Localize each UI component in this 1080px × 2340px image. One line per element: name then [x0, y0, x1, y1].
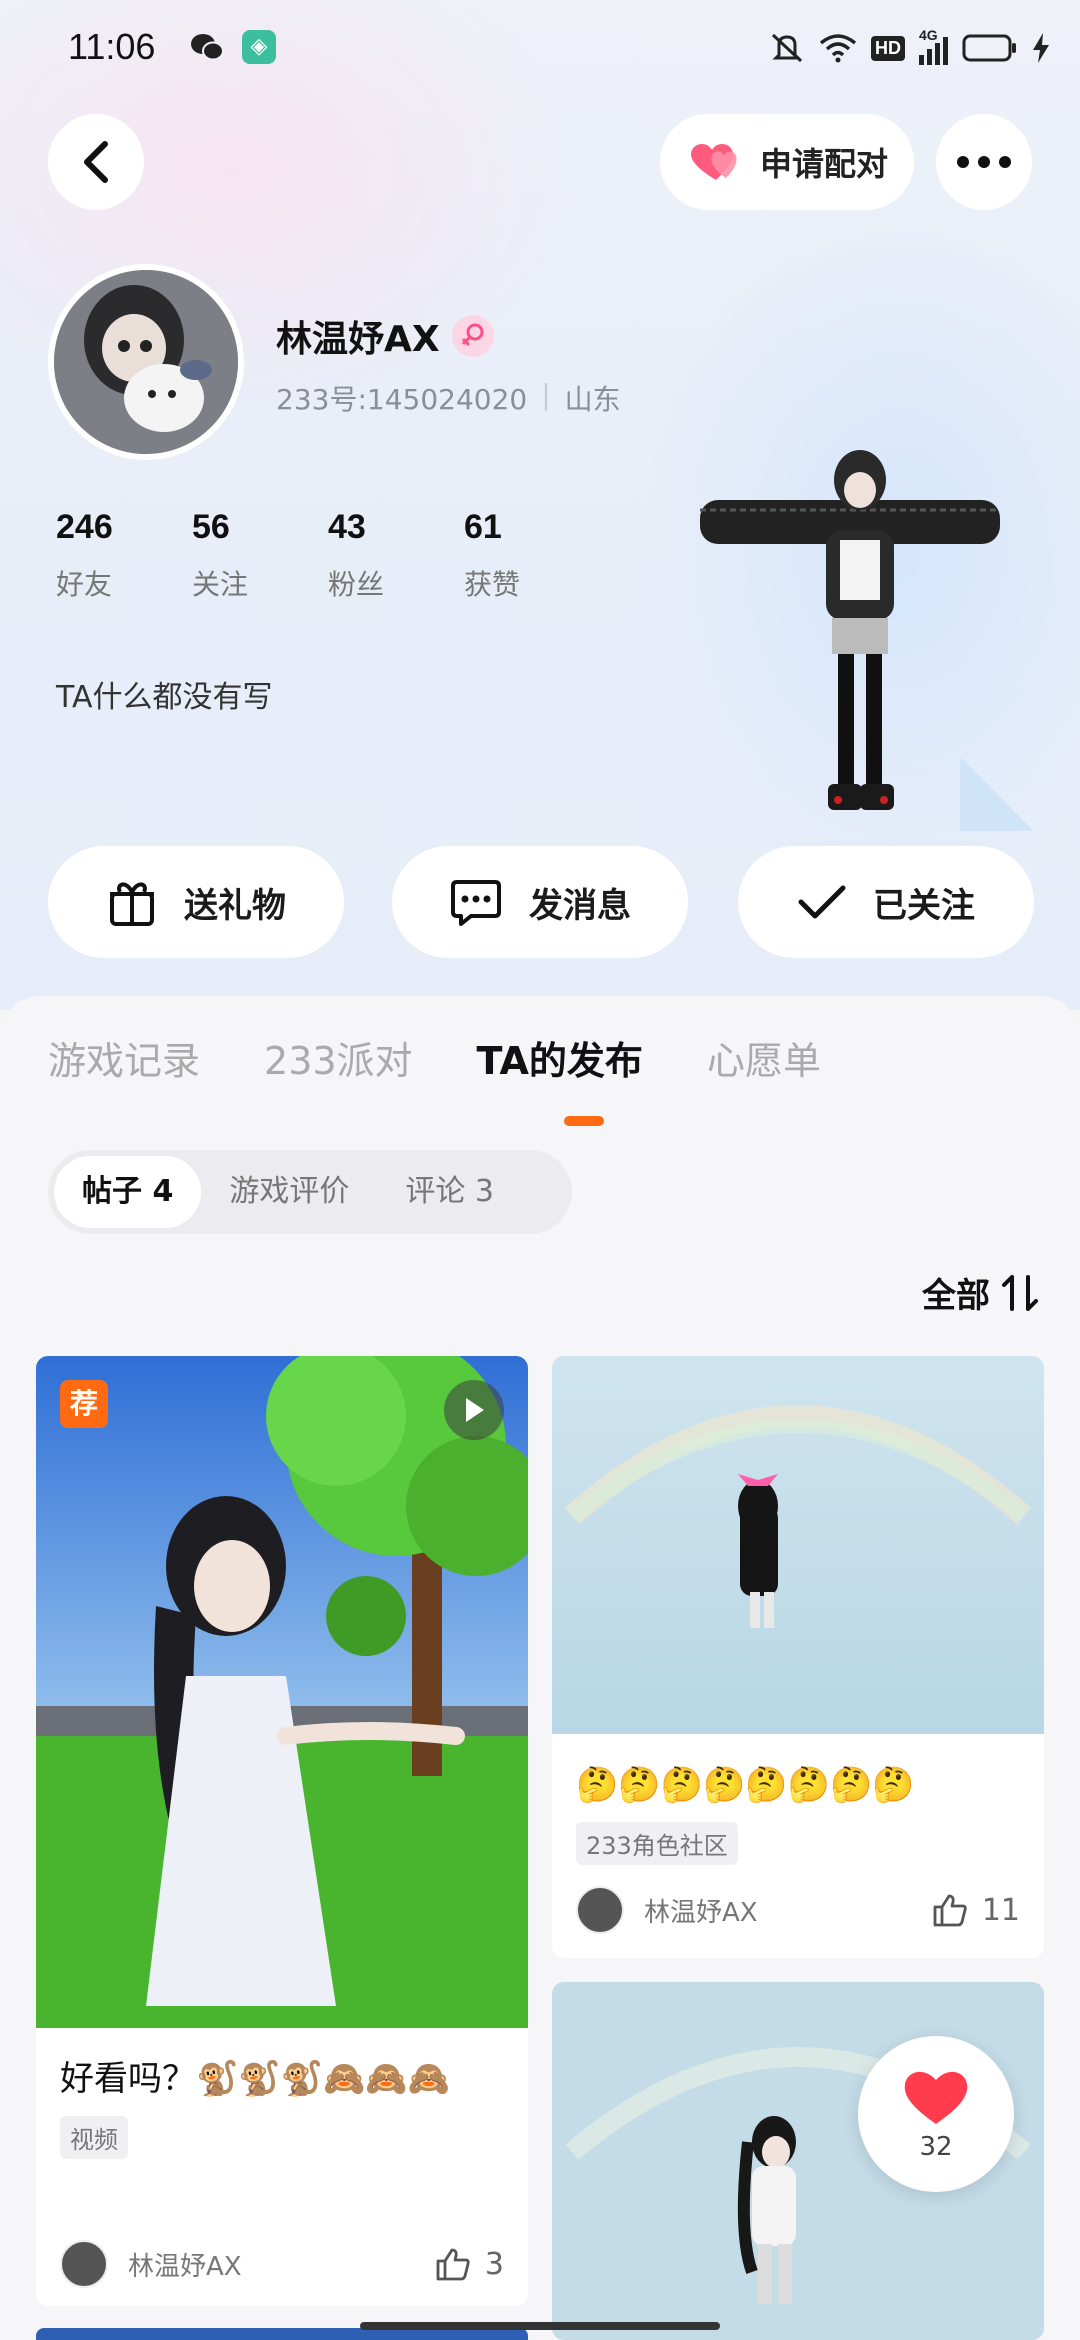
wechat-icon [191, 34, 224, 61]
status-bar: 11:06 ◈ HD 4G [0, 0, 1080, 96]
tab-wishlist[interactable]: 心愿单 [707, 1030, 821, 1085]
profile-stats: 246 好友 56 关注 43 粉丝 61 获赞 [56, 508, 600, 603]
tab-posts[interactable]: TA的发布 [477, 1030, 643, 1085]
post-footer: 林温妤AX 11 [576, 1886, 1020, 1934]
status-time: 11:06 [68, 26, 156, 67]
stat-value: 56 [192, 508, 230, 546]
play-icon[interactable] [444, 1380, 504, 1440]
profile-id-line: 233号:145024020 | 山东 [276, 378, 621, 418]
stat-label: 关注 [192, 568, 249, 601]
check-icon [798, 885, 846, 919]
stat-fans[interactable]: 43 粉丝 [328, 508, 464, 603]
hd-icon: HD [871, 35, 905, 61]
status-icons: HD 4G [769, 27, 1050, 68]
subtab-switcher: 帖子 4 游戏评价 评论 3 [48, 1150, 572, 1234]
profile-bio: TA什么都没有写 [56, 680, 273, 715]
subtab-comments[interactable]: 评论 3 [377, 1156, 522, 1228]
followed-label: 已关注 [873, 885, 975, 926]
chevron-left-icon [84, 141, 108, 183]
author-name[interactable]: 林温妤AX [128, 2246, 435, 2283]
send-message-label: 发消息 [529, 885, 631, 926]
tab-game-records[interactable]: 游戏记录 [48, 1030, 200, 1085]
4g-signal-icon: 4G [919, 27, 948, 65]
stat-friends[interactable]: 246 好友 [56, 508, 192, 603]
post-tag[interactable]: 233角色社区 [576, 1822, 738, 1865]
apply-pair-button[interactable]: 申请配对 [660, 114, 914, 210]
post-footer: 林温妤AX 3 [60, 2240, 504, 2288]
profile-name: 林温妤AX [276, 319, 440, 360]
sort-icon [1002, 1274, 1038, 1311]
author-avatar[interactable] [60, 2240, 108, 2288]
profile-name-row: 林温妤AX [276, 310, 494, 362]
stat-label: 好友 [56, 568, 113, 601]
post-title: 好看吗？🐒🐒🐒🙈🙈🙈 [60, 2059, 451, 2099]
post-tag[interactable]: 视频 [60, 2116, 128, 2159]
author-name[interactable]: 林温妤AX [644, 1892, 932, 1929]
chat-bubble-icon [451, 880, 501, 926]
send-message-button[interactable]: 发消息 [392, 846, 688, 958]
avatar-image [54, 270, 238, 454]
heart-icon [904, 2071, 968, 2124]
stat-following[interactable]: 56 关注 [192, 508, 328, 603]
post-card[interactable]: 荐 好看吗？🐒🐒🐒🙈🙈🙈 视频 林温妤AX 3 [36, 1356, 528, 2306]
charging-icon [1033, 33, 1049, 63]
female-icon [451, 315, 494, 357]
floating-like-button[interactable]: 32 [858, 2036, 1014, 2192]
like-button[interactable]: 11 [932, 1893, 1020, 1928]
wifi-icon [819, 34, 857, 63]
subtab-posts[interactable]: 帖子 4 [54, 1156, 202, 1228]
stat-value: 61 [464, 508, 502, 546]
profile-id: 233号:145024020 [276, 383, 528, 416]
thumbs-up-icon [436, 2248, 470, 2281]
tab-233-party[interactable]: 233派对 [264, 1030, 413, 1085]
post-cover-image: 荐 [36, 1356, 528, 2028]
recommended-badge: 荐 [60, 1380, 108, 1428]
floating-like-count: 32 [919, 2132, 953, 2162]
sort-label: 全部 [922, 1276, 990, 1316]
more-dots-icon [957, 156, 1011, 168]
stat-value: 246 [56, 508, 113, 546]
content-tabs: 游戏记录 233派对 TA的发布 心愿单 [48, 1030, 821, 1085]
back-button[interactable] [48, 114, 144, 210]
send-gift-button[interactable]: 送礼物 [48, 846, 344, 958]
stat-likes[interactable]: 61 获赞 [464, 508, 600, 603]
author-avatar[interactable] [576, 1886, 624, 1934]
like-count: 11 [981, 1892, 1020, 1928]
post-cover-image [552, 1356, 1044, 1734]
divider: | [541, 378, 551, 411]
app-icon: ◈ [242, 30, 276, 64]
like-button[interactable]: 3 [435, 2247, 504, 2282]
battery-icon [962, 34, 1016, 62]
profile-location: 山东 [564, 383, 621, 416]
brand-233-logo: ◣ [960, 730, 1034, 842]
active-tab-indicator [564, 1116, 604, 1126]
stat-label: 粉丝 [328, 568, 385, 601]
like-count: 3 [484, 2246, 504, 2282]
subtab-game-reviews[interactable]: 游戏评价 [201, 1156, 377, 1228]
sort-filter[interactable]: 全部 [922, 1268, 1040, 1317]
stat-label: 获赞 [464, 568, 521, 601]
send-gift-label: 送礼物 [184, 885, 286, 926]
gift-icon [110, 882, 154, 926]
followed-button[interactable]: 已关注 [738, 846, 1034, 958]
more-button[interactable] [936, 114, 1032, 210]
double-heart-icon [690, 144, 737, 180]
thumbs-up-icon [933, 1894, 967, 1927]
mute-icon [771, 33, 803, 63]
avatar[interactable] [48, 264, 244, 460]
apply-pair-label: 申请配对 [759, 145, 888, 183]
home-indicator[interactable] [360, 2322, 720, 2330]
post-card[interactable]: 🤔🤔🤔🤔🤔🤔🤔🤔 233角色社区 林温妤AX 11 [552, 1356, 1044, 1958]
post-title: 🤔🤔🤔🤔🤔🤔🤔🤔 [576, 1765, 915, 1805]
stat-value: 43 [328, 508, 366, 546]
